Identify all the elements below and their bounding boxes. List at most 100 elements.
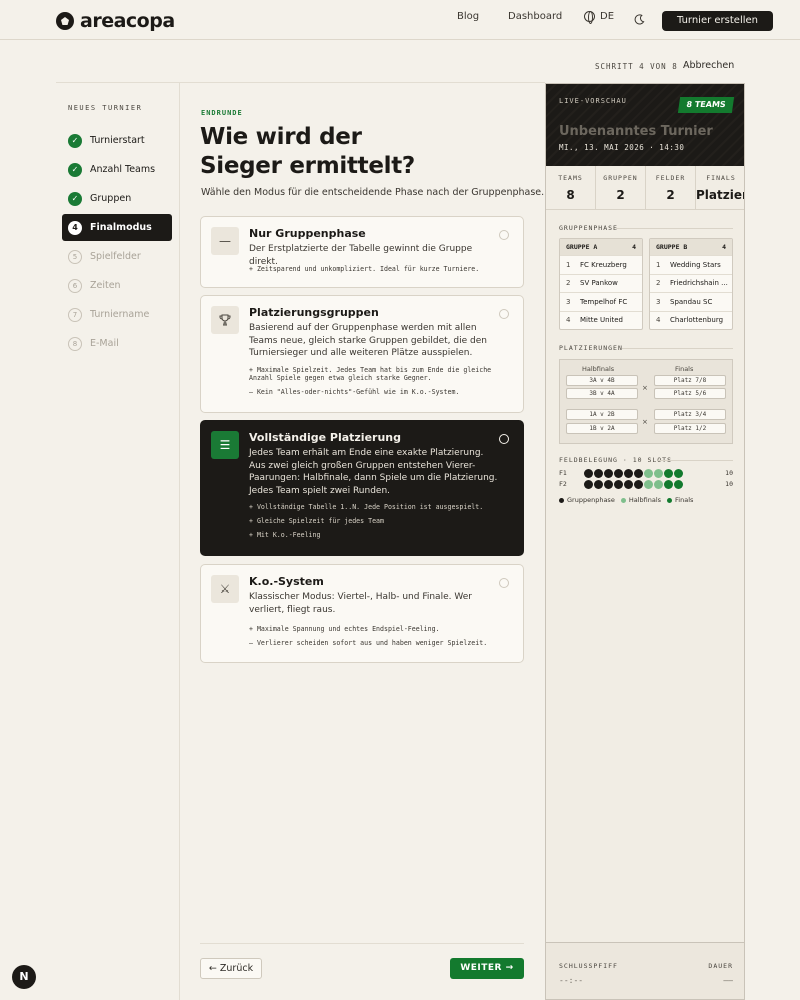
- logo-text: areacopa: [80, 10, 175, 32]
- back-button[interactable]: ← Zurück: [200, 958, 262, 979]
- soccer-ball-icon: [56, 12, 74, 30]
- create-tournament-button[interactable]: Turnier erstellen: [662, 11, 773, 31]
- group-team-row: 1 Wedding Stars: [650, 255, 732, 274]
- field-slot-count: 10: [725, 480, 733, 488]
- versus-icon: ×: [642, 418, 648, 426]
- stat-label: FELDER: [655, 174, 686, 182]
- dash-icon: —: [211, 227, 239, 255]
- next-dev-badge[interactable]: N: [12, 965, 36, 989]
- slot-dot: [644, 469, 653, 478]
- divider: [56, 82, 545, 83]
- mode-option-title: Platzierungsgruppen: [249, 306, 379, 319]
- wizard-step-anzahl-teams[interactable]: ✓ Anzahl Teams: [62, 156, 172, 183]
- legend-item: Finals: [667, 496, 693, 504]
- wizard-step-finalmodus[interactable]: 4 Finalmodus: [62, 214, 172, 241]
- mode-option-title: K.o.-System: [249, 575, 324, 588]
- slot-dot: [624, 469, 633, 478]
- slot-dot: [664, 469, 673, 478]
- step-number: 8: [68, 336, 82, 351]
- nav-blog-link[interactable]: Blog: [457, 11, 479, 22]
- cancel-link[interactable]: Abbrechen: [683, 60, 734, 71]
- radio-button[interactable]: [499, 578, 509, 588]
- bullet-item: + Mit K.o.-Feeling: [249, 531, 321, 539]
- wizard-step-label: Turniername: [90, 309, 150, 320]
- sidebar-title: NEUES TURNIER: [68, 104, 143, 112]
- live-preview-panel: LIVE-VORSCHAU 8 TEAMS Unbenanntes Turnie…: [545, 83, 745, 1000]
- team-rank: 3: [656, 297, 661, 306]
- bullet-item: + Gleiche Spielzeit für jedes Team: [249, 517, 384, 525]
- group-name: GRUPPE B: [656, 243, 688, 251]
- mode-option-bullets: + Vollständige Tabelle 1..N. Jede Positi…: [249, 503, 511, 545]
- legend-swatch: [667, 497, 673, 503]
- wizard-step-turniername[interactable]: 7 Turniername: [62, 301, 172, 328]
- radio-button[interactable]: [499, 309, 509, 319]
- mode-option-card[interactable]: — Nur Gruppenphase Der Erstplatzierte der …: [200, 216, 524, 288]
- final-match: Platz 3/4: [654, 409, 726, 420]
- field-name: F1: [559, 469, 567, 477]
- group-team-row: 2 SV Pankow: [560, 273, 642, 293]
- slot-dot: [624, 480, 633, 489]
- divider: [616, 228, 733, 229]
- divider: [622, 348, 733, 349]
- check-icon: ✓: [68, 191, 82, 206]
- wizard-step-zeiten[interactable]: 6 Zeiten: [62, 272, 172, 299]
- language-label: DE: [600, 11, 615, 22]
- final-match: Platz 1/2: [654, 423, 726, 434]
- group-team-row: 1 FC Kreuzberg: [560, 255, 642, 274]
- group-team-row: 4 Mitte United: [560, 310, 642, 330]
- moon-icon[interactable]: [634, 14, 645, 25]
- step-number: 4: [68, 220, 82, 235]
- semifinal-match: 3A v 4B: [566, 375, 638, 386]
- nav-dashboard-link[interactable]: Dashboard: [508, 11, 562, 22]
- stat-value: 2: [666, 188, 675, 202]
- versus-icon: ×: [642, 384, 648, 392]
- wizard-step-turnierstart[interactable]: ✓ Turnierstart: [62, 127, 172, 154]
- wizard-step-e-mail[interactable]: 8 E-Mail: [62, 330, 172, 357]
- field-slot-count: 10: [725, 469, 733, 477]
- group-count: 4: [722, 243, 726, 251]
- preview-live-label: LIVE-VORSCHAU: [559, 97, 627, 105]
- preview-footer: SCHLUSSPFIFF DAUER --:-- ——: [546, 942, 744, 999]
- mode-option-card[interactable]: ☰ Vollständige Platzierung Jedes Team erhä…: [200, 420, 524, 556]
- bullet-item: + Maximale Spielzeit. Jedes Team hat bis…: [249, 366, 492, 382]
- group-table: GRUPPE A 4 1 FC Kreuzberg 2 SV Pankow 3 Tempelh…: [559, 238, 643, 330]
- group-header: GRUPPE B 4: [650, 239, 732, 255]
- check-icon: ✓: [68, 162, 82, 177]
- radio-button[interactable]: [499, 434, 509, 444]
- trophy-icon: [211, 306, 239, 334]
- legend-swatch: [620, 497, 626, 503]
- mode-option-card[interactable]: Platzierungsgruppen Basierend auf der Gru…: [200, 295, 524, 413]
- mode-option-title: Vollständige Platzierung: [249, 431, 401, 444]
- legend-label: Gruppenphase: [567, 496, 615, 504]
- wizard-step-label: Gruppen: [90, 193, 132, 204]
- mode-option-card[interactable]: ⚔ K.o.-System Klassischer Modus: Viertel-,…: [200, 564, 524, 663]
- wizard-step-label: Finalmodus: [90, 222, 152, 233]
- stat-value: 2: [616, 188, 625, 202]
- placement-bracket: Halbfinals Finals 3A v 4B 3B v 4A 1A v 2B 1…: [559, 359, 733, 444]
- final-match: Platz 7/8: [654, 375, 726, 386]
- group-header: GRUPPE A 4: [560, 239, 642, 255]
- wizard-step-gruppen[interactable]: ✓ Gruppen: [62, 185, 172, 212]
- wizard-step-spielfelder[interactable]: 5 Spielfelder: [62, 243, 172, 270]
- stat-label: TEAMS: [558, 174, 583, 182]
- radio-button[interactable]: [499, 230, 509, 240]
- ordered-list-icon: ☰: [211, 431, 239, 459]
- check-icon: ✓: [68, 133, 82, 148]
- stat-label: FINALS: [706, 174, 736, 182]
- slot-dot: [614, 480, 623, 489]
- stat-value: 8: [566, 188, 575, 202]
- placements-label: PLATZIERUNGEN: [559, 344, 623, 352]
- wizard-step-label: E-Mail: [90, 338, 119, 349]
- team-name: Friedrichshain ...: [670, 279, 728, 288]
- wizard-steps: ✓ Turnierstart ✓ Anzahl Teams ✓ Gruppen 4 Final…: [62, 127, 172, 359]
- logo[interactable]: areacopa: [56, 10, 175, 32]
- divider: [179, 83, 180, 1000]
- legend-item: Gruppenphase: [559, 496, 615, 504]
- next-button[interactable]: WEITER →: [450, 958, 524, 979]
- field-slot-row: F2 10: [559, 480, 733, 490]
- team-name: Mitte United: [580, 316, 624, 325]
- wizard-step-label: Anzahl Teams: [90, 164, 156, 175]
- slot-dot: [664, 480, 673, 489]
- language-switcher[interactable]: DE: [584, 11, 615, 24]
- final-whistle-label: SCHLUSSPFIFF: [559, 962, 618, 970]
